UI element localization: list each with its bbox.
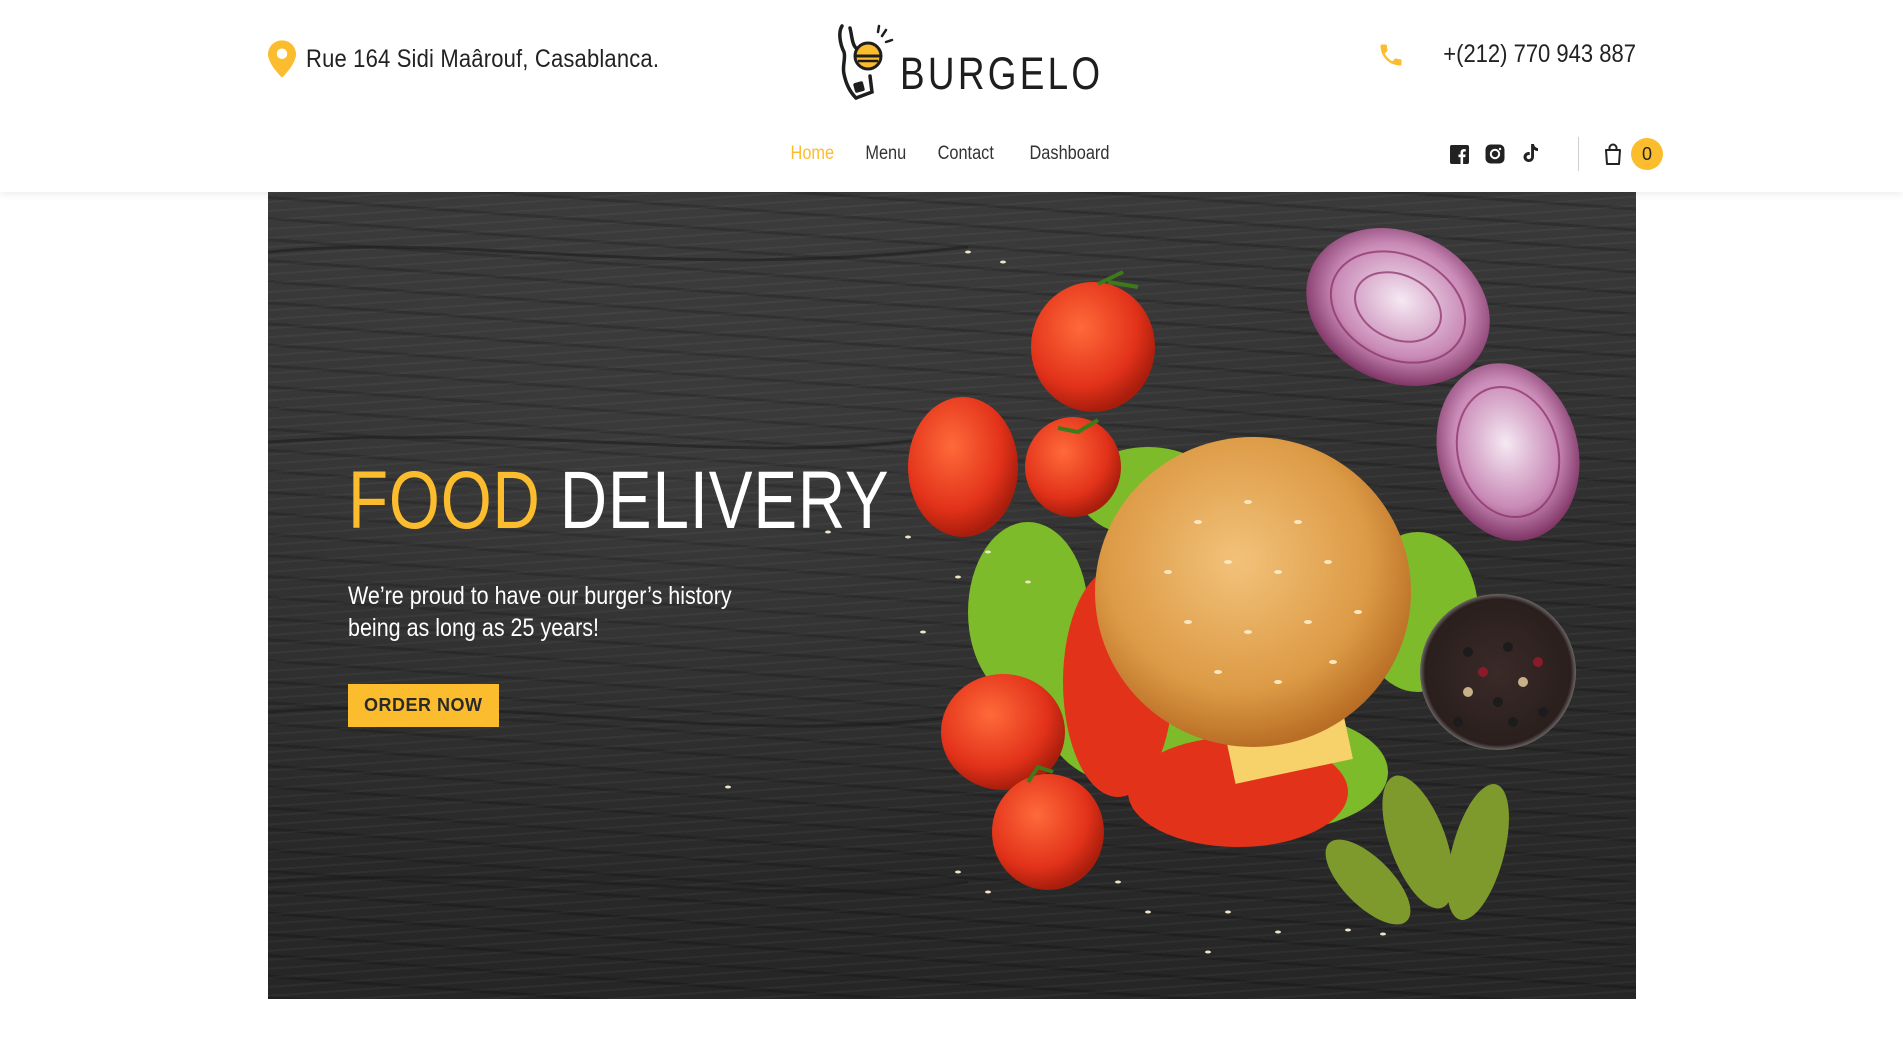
hero-banner: FOOD DELIVERY We’re proud to have our bu… (268, 192, 1636, 999)
instagram-icon[interactable] (1484, 143, 1506, 165)
hero-title-main: DELIVERY (559, 455, 890, 546)
facebook-icon[interactable] (1448, 143, 1470, 165)
phone-number[interactable]: +(212) 770 943 887 (1443, 40, 1636, 69)
order-now-button[interactable]: ORDER NOW (348, 684, 499, 727)
nav-contact[interactable]: Contact (938, 136, 994, 172)
hero-title-accent: FOOD (348, 455, 541, 546)
location-pin-icon (268, 40, 296, 78)
hero-title: FOOD DELIVERY (348, 460, 889, 542)
nav-home[interactable]: Home (791, 136, 835, 172)
address-block: Rue 164 Sidi Maârouf, Casablanca. (268, 40, 707, 78)
logo-text: BURGELO (900, 48, 1104, 99)
nav-divider (1578, 137, 1579, 171)
brand-logo[interactable]: BURGELO (832, 22, 1148, 102)
burger-mascot-icon (838, 24, 894, 100)
hero-content: FOOD DELIVERY We’re proud to have our bu… (348, 460, 1025, 727)
hero-description: We’re proud to have our burger’s history… (348, 582, 732, 642)
address-text: Rue 164 Sidi Maârouf, Casablanca. (306, 44, 660, 73)
nav-dashboard[interactable]: Dashboard (1029, 136, 1109, 172)
tiktok-icon[interactable] (1520, 143, 1542, 165)
shopping-bag-icon (1605, 143, 1621, 165)
nav-menu[interactable]: Menu (865, 136, 906, 172)
phone-block[interactable]: +(212) 770 943 887 (1377, 40, 1636, 69)
cart-button[interactable]: 0 (1603, 138, 1663, 170)
phone-icon (1380, 44, 1402, 65)
site-header: Rue 164 Sidi Maârouf, Casablanca. BURGEL… (0, 0, 1903, 192)
nav-actions: 0 (1448, 136, 1663, 172)
cart-count-badge: 0 (1631, 138, 1663, 170)
topbar: Rue 164 Sidi Maârouf, Casablanca. BURGEL… (268, 24, 1636, 100)
